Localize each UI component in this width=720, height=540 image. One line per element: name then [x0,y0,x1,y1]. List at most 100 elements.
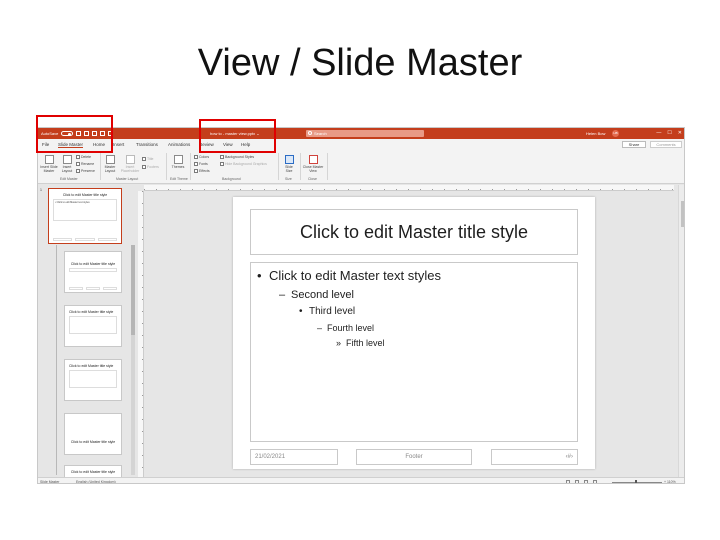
thumbnail-layout[interactable]: Click to edit Master title style [64,251,122,293]
slide-number-placeholder[interactable]: ‹#› [491,449,578,465]
powerpoint-window: AutoSave how to - master view.pptx ⌄ Sea… [37,127,685,484]
hide-background-checkbox[interactable]: Hide Background Graphics [220,162,267,166]
body-placeholder[interactable]: Click to edit Master text styles Second … [250,262,578,442]
zoom-slider-handle[interactable] [635,479,637,483]
horizontal-ruler [144,185,674,191]
group-background: Background [222,177,241,181]
insert-slide-master-button[interactable]: Insert Slide Master [40,155,58,173]
footers-checkbox-icon [142,165,146,169]
hide-background-icon [220,162,224,166]
thumbnail-title: Click to edit Master title style [69,364,114,368]
hide-background-label: Hide Background Graphics [225,162,267,166]
tab-animations[interactable]: Animations [168,142,190,147]
minimize-button[interactable]: — [656,130,661,136]
thumbnail-title: Click to edit Master title style [70,440,116,444]
insert-layout-button[interactable]: Insert Layout [60,155,74,173]
thumbnail-scrollbar[interactable] [131,245,135,475]
date-placeholder[interactable]: 21/02/2021 [250,449,338,465]
thumbnail-number: 1 [40,188,42,192]
normal-view-icon[interactable] [566,479,570,483]
highlight-box-slide-master-tab [36,115,113,153]
close-master-view-button[interactable]: Close Master View [302,155,324,173]
highlight-box-view-tab [199,119,276,153]
preserve-icon [76,169,80,173]
footers-checkbox[interactable]: Footers [142,165,159,169]
tab-transitions[interactable]: Transitions [136,142,158,147]
group-separator [100,153,101,180]
reading-view-icon[interactable] [584,479,588,483]
insert-placeholder-button[interactable]: Insert Placeholder [120,155,140,173]
text-level-4: Fourth level [257,322,571,334]
thumbnail-master[interactable]: Click to edit Master title style • Click… [48,188,122,244]
preserve-label: Preserve [81,169,96,173]
fonts-icon [194,162,198,166]
effects-label: Effects [199,169,210,173]
slide-size-button[interactable]: Slide Size [282,155,296,173]
text-level-1: Click to edit Master text styles [257,267,571,285]
insert-placeholder-label: Insert Placeholder [120,165,140,173]
search-icon [308,131,312,135]
zoom-slider[interactable] [612,481,662,483]
thumbnail-title: Click to edit Master title style [69,310,114,314]
slideshow-icon[interactable] [593,479,597,483]
thumbnail-title: Click to edit Master title style [70,262,116,266]
themes-icon [173,155,183,164]
user-name[interactable]: Helen Bow [586,131,605,136]
window-controls: — ☐ ✕ [656,130,682,136]
text-level-3: Third level [257,305,571,319]
title-placeholder[interactable]: Click to edit Master title style [250,209,578,255]
slide-size-label: Slide Size [285,165,293,173]
text-level-5: Fifth level [257,337,571,349]
layout-connector [56,245,57,475]
slide-size-icon [284,155,294,164]
text-level-2: Second level [257,288,571,303]
master-layout-button[interactable]: Master Layout [102,155,118,173]
master-layout-icon [105,155,115,164]
comments-button[interactable]: Comments [650,141,682,148]
group-separator [190,153,191,180]
maximize-button[interactable]: ☐ [667,130,671,136]
thumbnail-body: • Click to edit Master text styles [53,199,117,221]
rename-button[interactable]: Rename [76,162,94,166]
colors-icon [194,155,198,159]
colors-button[interactable]: Colors [194,155,209,159]
page-title: View / Slide Master [197,42,523,84]
thumbnail-body [69,316,117,334]
delete-button[interactable]: Delete [76,155,91,159]
master-title-text: Click to edit Master title style [299,221,529,242]
background-styles-button[interactable]: Background Styles [220,155,254,159]
colors-label: Colors [199,155,210,159]
delete-label: Delete [81,155,92,159]
thumbnail-layout[interactable]: Click to edit Master title style [64,359,122,401]
thumbnail-layout[interactable]: Click to edit Master title style [64,305,122,347]
title-checkbox[interactable]: Title [142,157,153,161]
thumbnail-layout[interactable]: Click to edit Master title style [64,413,122,455]
status-bar: Slide Master English (United Kingdom) + … [38,477,684,484]
tab-insert[interactable]: Insert [113,142,124,147]
footer-placeholder[interactable]: Footer [356,449,472,465]
status-language[interactable]: English (United Kingdom) [76,480,116,484]
effects-icon [194,169,198,173]
title-bar: AutoSave how to - master view.pptx ⌄ Sea… [38,128,684,139]
group-master-layout: Master Layout [116,177,139,181]
preserve-button[interactable]: Preserve [76,169,95,173]
share-button[interactable]: Share [622,141,646,148]
group-size: Size [285,177,292,181]
rename-icon [76,162,80,166]
insert-layout-icon [62,155,72,164]
fonts-button[interactable]: Fonts [194,162,208,166]
sorter-view-icon[interactable] [575,479,579,483]
rename-label: Rename [81,162,95,166]
canvas-scrollbar[interactable] [678,185,684,477]
zoom-level[interactable]: + 110% [664,480,676,484]
effects-button[interactable]: Effects [194,169,210,173]
avatar[interactable]: HB [612,130,619,137]
group-edit-master: Edit Master [60,177,78,181]
close-button[interactable]: ✕ [678,130,682,136]
insert-layout-label: Insert Layout [61,165,73,173]
thumbnail-pane: 1 Click to edit Master title style • Cli… [38,185,140,483]
search-box[interactable]: Search [306,130,424,137]
insert-slide-master-label: Insert Slide Master [40,165,58,173]
group-close: Close [308,177,317,181]
themes-button[interactable]: Themes [170,155,186,169]
